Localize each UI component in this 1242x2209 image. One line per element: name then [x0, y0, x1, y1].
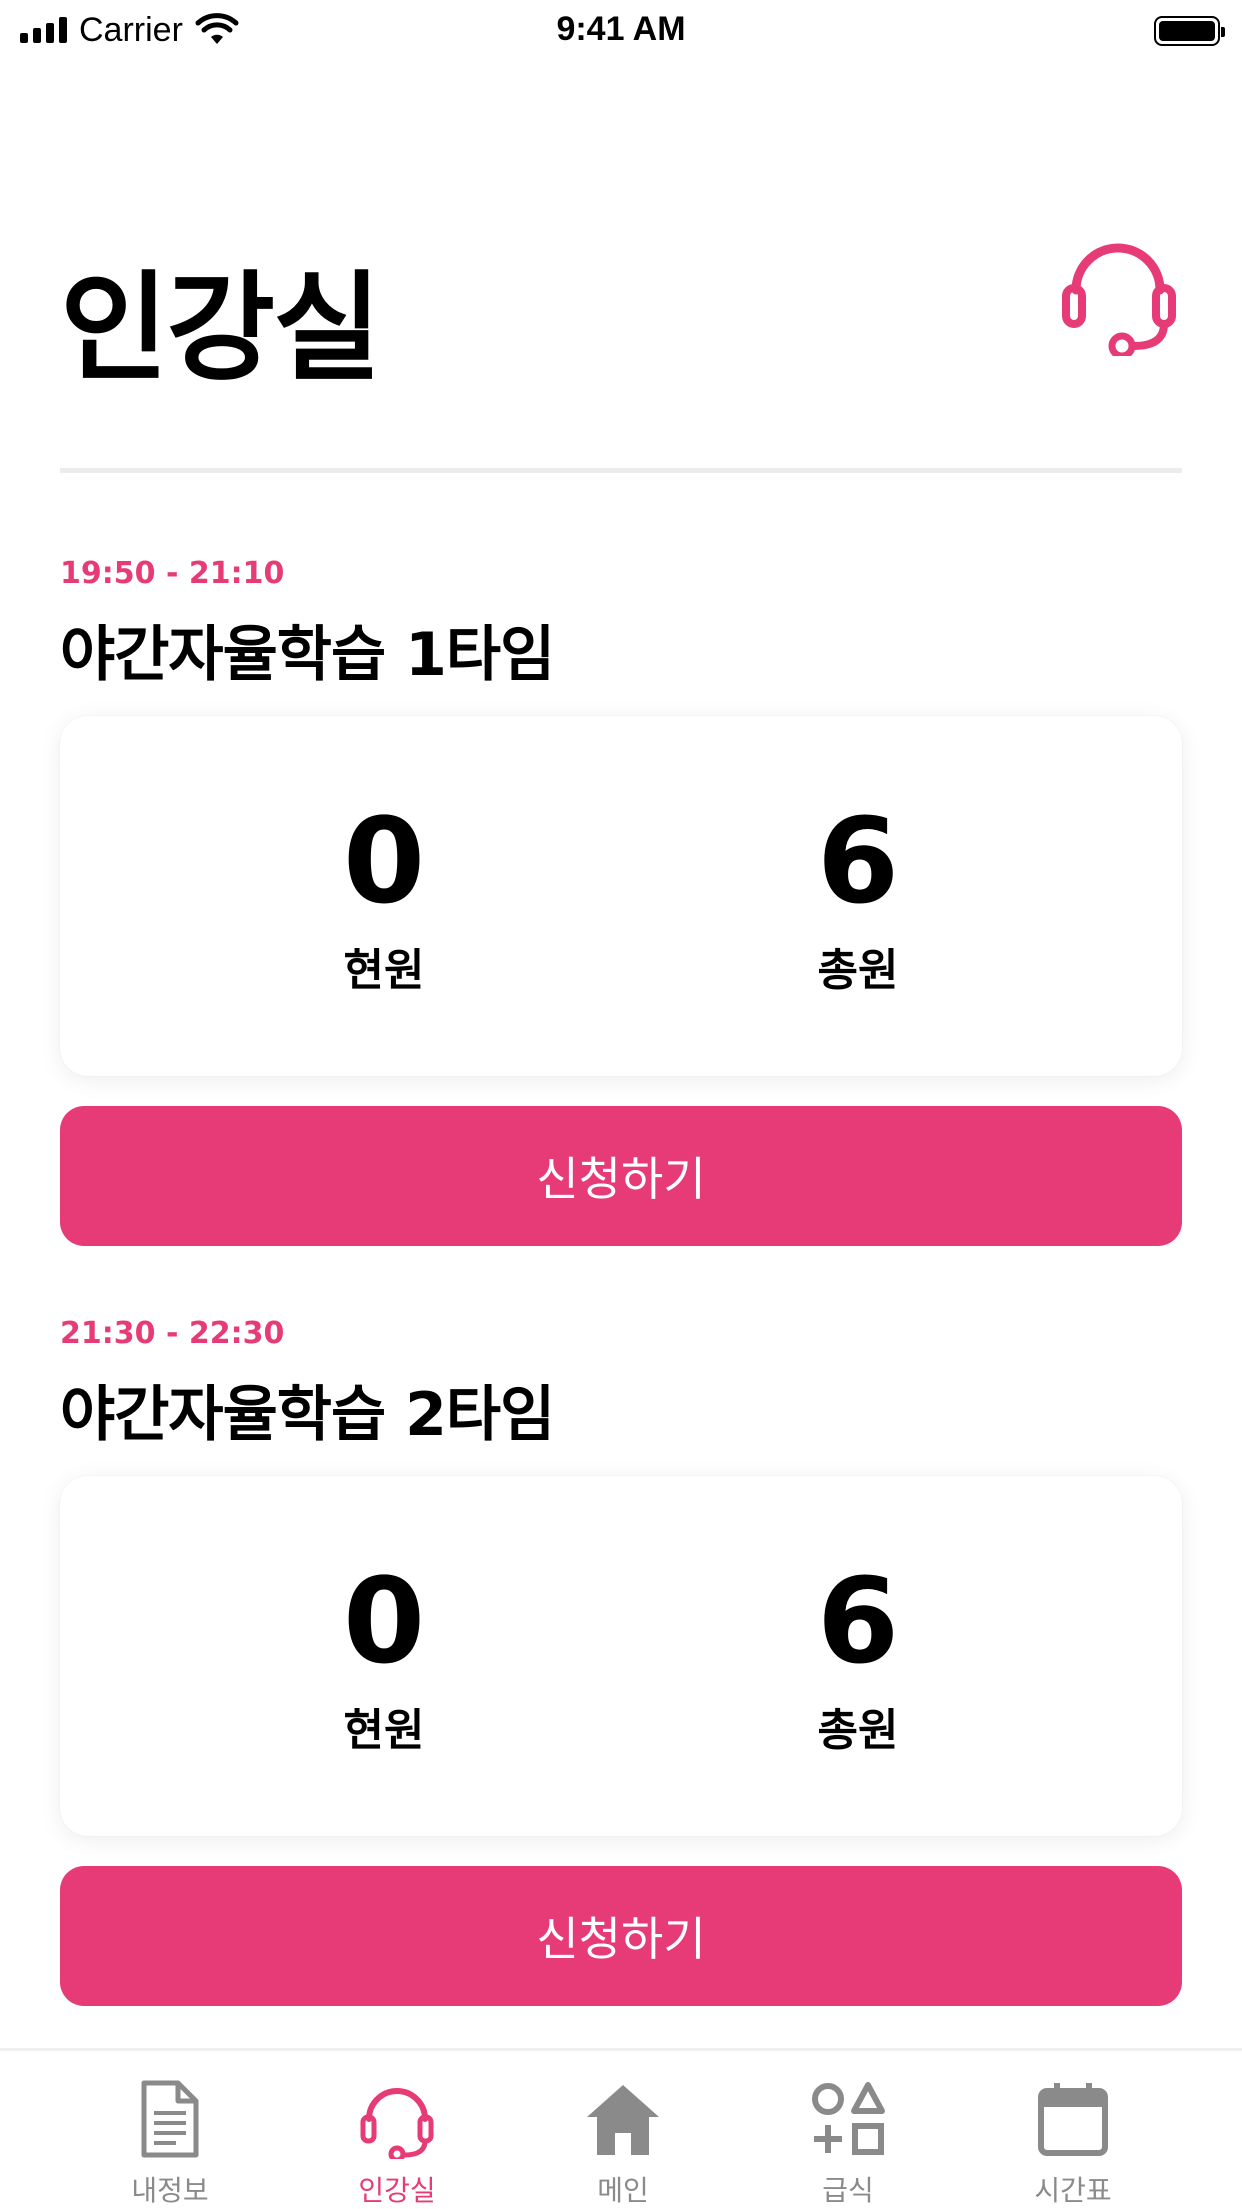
home-icon — [587, 2085, 659, 2155]
current-count-value: 0 — [342, 792, 426, 930]
session-name: 야간자율학습 1타임 — [60, 620, 555, 690]
session-time: 21:30 - 22:30 — [60, 1316, 285, 1351]
tab-main[interactable]: 메인 — [523, 2079, 723, 2209]
current-count-label: 현원 — [343, 945, 425, 996]
page-title: 인강실 — [60, 259, 382, 397]
count-card: 0 현원 6 총원 — [60, 716, 1182, 1076]
session-time: 19:50 - 21:10 — [60, 556, 285, 591]
tab-meal[interactable]: 급식 — [748, 2079, 948, 2209]
battery-icon — [1154, 16, 1225, 46]
total-count: 6 총원 — [708, 796, 1008, 998]
current-count-label: 현원 — [343, 1705, 425, 1756]
current-count: 0 현원 — [234, 1556, 534, 1758]
tab-label: 급식 — [822, 2174, 874, 2207]
current-count-value: 0 — [342, 1552, 426, 1690]
count-card: 0 현원 6 총원 — [60, 1476, 1182, 1836]
tab-lecture-room[interactable]: 인강실 — [297, 2079, 497, 2209]
current-count: 0 현원 — [234, 796, 534, 998]
document-icon — [141, 2080, 199, 2158]
session-name: 야간자율학습 2타임 — [60, 1380, 555, 1450]
tab-bar: 내정보 인강실 메인 급식 시간표 — [0, 2048, 1242, 2208]
tab-label: 내정보 — [131, 2174, 209, 2207]
tab-timetable[interactable]: 시간표 — [973, 2079, 1173, 2209]
shapes-icon — [812, 2082, 885, 2155]
headset-icon — [360, 2088, 434, 2159]
total-count-value: 6 — [816, 792, 900, 930]
headset-icon[interactable] — [1056, 226, 1186, 356]
apply-button[interactable]: 신청하기 — [60, 1866, 1182, 2006]
status-bar: Carrier 9:41 AM — [0, 0, 1242, 60]
total-count: 6 총원 — [708, 1556, 1008, 1758]
total-count-value: 6 — [816, 1552, 900, 1690]
total-count-label: 총원 — [817, 945, 899, 996]
status-time: 9:41 AM — [556, 10, 686, 48]
tab-label: 인강실 — [358, 2174, 436, 2207]
tab-my-info[interactable]: 내정보 — [70, 2079, 270, 2209]
calendar-icon — [1038, 2083, 1108, 2156]
session-2: 21:30 - 22:30 야간자율학습 2타임 0 현원 6 총원 신청하기 — [60, 1316, 1182, 2006]
session-1: 19:50 - 21:10 야간자율학습 1타임 0 현원 6 총원 신청하기 — [60, 556, 1182, 1246]
tab-label: 메인 — [597, 2174, 649, 2207]
apply-button[interactable]: 신청하기 — [60, 1106, 1182, 1246]
header-divider — [60, 468, 1182, 473]
tab-label: 시간표 — [1034, 2174, 1112, 2207]
total-count-label: 총원 — [817, 1705, 899, 1756]
